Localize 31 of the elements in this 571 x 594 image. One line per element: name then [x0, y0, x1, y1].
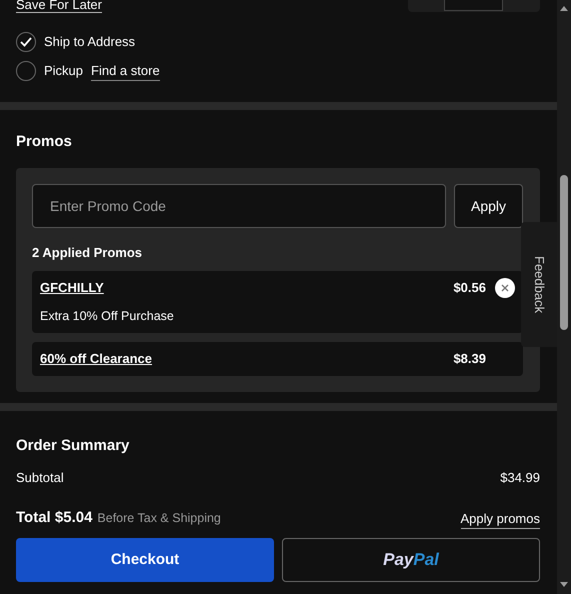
total-note: Before Tax & Shipping [97, 510, 221, 527]
find-store-link[interactable]: Find a store [91, 60, 160, 82]
scroll-thumb[interactable] [560, 175, 568, 330]
promo-code-link[interactable]: 60% off Clearance [40, 349, 152, 369]
radio-button[interactable] [16, 32, 36, 52]
close-icon [501, 284, 509, 292]
remove-button[interactable] [495, 278, 515, 298]
applied-promos-heading: 2 Applied Promos [32, 244, 144, 262]
radio-label: Pickup [44, 62, 84, 80]
order-total: Total $5.04 [16, 508, 92, 528]
section-title: Promos [16, 132, 73, 151]
checkout-button[interactable]: Checkout [16, 538, 274, 582]
promo-description: Extra 10% Off Purchase [40, 308, 175, 325]
promo-amount: $0.56 [453, 279, 486, 298]
save-for-later-link[interactable]: Save For Later [16, 0, 102, 13]
summary-value: $34.99 [500, 469, 540, 487]
scroll-up-icon[interactable] [560, 6, 568, 11]
apply-promos-link[interactable]: Apply promos [460, 508, 540, 529]
summary-label: Subtotal [16, 469, 64, 487]
radio-label: Ship to Address [44, 33, 136, 52]
promo-code-field[interactable]: Enter Promo Code [32, 184, 446, 228]
check-icon [20, 37, 32, 47]
apply-button[interactable]: Apply [454, 184, 523, 228]
feedback-tab[interactable]: Feedback [521, 222, 557, 347]
promo-code-link[interactable]: GFCHILLY [40, 278, 104, 298]
scroll-down-icon[interactable] [560, 582, 568, 587]
section-title: Order Summary [16, 436, 130, 455]
scrollbar[interactable] [557, 0, 571, 594]
radio-button[interactable] [16, 61, 36, 81]
promo-amount: $8.39 [453, 350, 486, 368]
paypal-button[interactable]: PayPal [282, 538, 540, 582]
